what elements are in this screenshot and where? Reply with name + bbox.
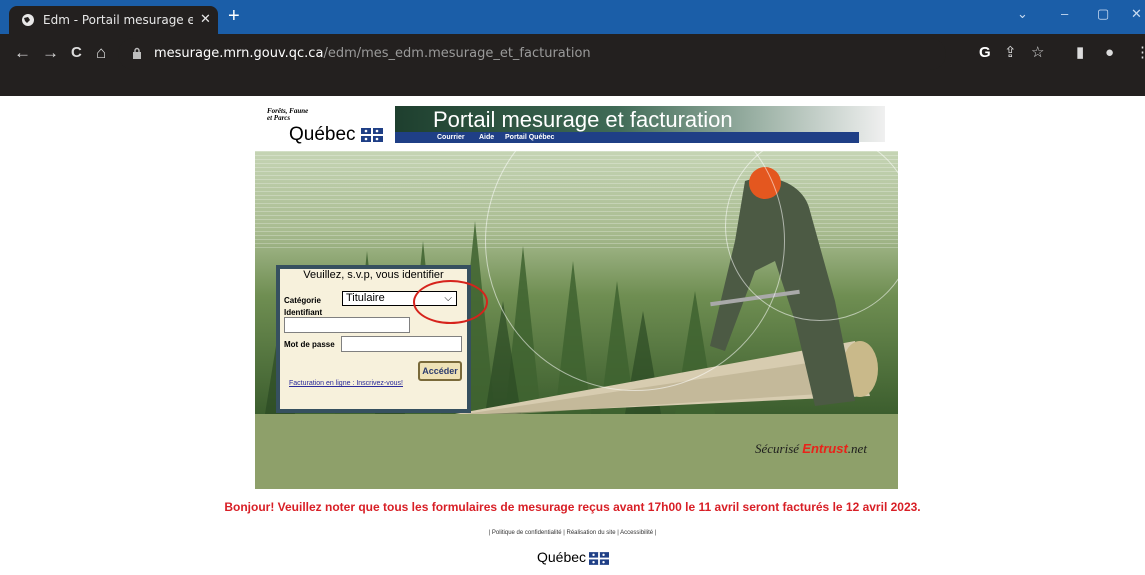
- billing-notice: Bonjour! Veuillez noter que tous les for…: [224, 500, 921, 514]
- header-nav: Courrier Aide Portail Québec: [395, 132, 859, 143]
- tab-search-icon[interactable]: ⌄: [1017, 6, 1028, 22]
- menu-icon[interactable]: ⋮: [1135, 45, 1145, 61]
- footer-link-privacy[interactable]: Politique de confidentialité: [492, 530, 562, 536]
- forward-icon[interactable]: →: [42, 43, 59, 63]
- footer-link-credits[interactable]: Réalisation du site: [567, 530, 616, 536]
- address-bar[interactable]: mesurage.mrn.gouv.qc.ca/edm/mes_edm.mesu…: [118, 38, 946, 70]
- secure-prefix: Sécurisé: [755, 441, 800, 456]
- globe-icon: [22, 14, 34, 26]
- tab-title: Edm - Portail mesurage et facturation: [43, 13, 193, 27]
- identifier-input[interactable]: [284, 317, 410, 333]
- minimize-icon[interactable]: –: [1061, 6, 1068, 21]
- login-title: Veuillez, s.v.p, vous identifier: [303, 269, 444, 281]
- web-page: Forêts, Faune et Parcs Québec Portail me…: [0, 96, 1145, 575]
- nav-link-portail-quebec[interactable]: Portail Québec: [505, 132, 554, 143]
- password-input[interactable]: [341, 336, 462, 352]
- bookmarks-bar: [0, 74, 1145, 96]
- url-path: /edm/mes_edm.mesurage_et_facturation: [323, 46, 591, 61]
- entrust-secure-badge[interactable]: Sécurisé Entrust.net: [755, 441, 867, 457]
- category-label: Catégorie: [284, 296, 321, 305]
- quebec-logo: Forêts, Faune et Parcs Québec: [255, 106, 395, 152]
- portal-title: Portail mesurage et facturation: [433, 107, 733, 132]
- ministry-line-2: et Parcs: [267, 114, 291, 122]
- annotation-circle: [413, 280, 488, 324]
- entrust-brand: Entrust: [802, 441, 848, 456]
- bookmark-star-icon[interactable]: ☆: [1031, 45, 1044, 61]
- tab-close-icon[interactable]: ✕: [200, 11, 211, 27]
- maximize-icon[interactable]: ▢: [1097, 6, 1109, 22]
- ministry-name: Forêts, Faune et Parcs: [267, 108, 308, 122]
- profile-icon[interactable]: ●: [1105, 45, 1114, 61]
- nav-link-courrier[interactable]: Courrier: [437, 132, 465, 143]
- home-icon[interactable]: ⌂: [96, 43, 106, 63]
- window-close-icon[interactable]: ✕: [1131, 6, 1142, 22]
- footer-quebec-wordmark: Québec: [537, 549, 587, 565]
- side-panel-icon[interactable]: ▮: [1076, 45, 1084, 61]
- url-host: mesurage.mrn.gouv.qc.ca: [154, 46, 324, 61]
- share-icon[interactable]: ⇪: [1004, 45, 1017, 61]
- footer-quebec-logo: Québec: [537, 549, 609, 565]
- browser-tab-bar: Edm - Portail mesurage et facturation ✕ …: [0, 0, 1145, 34]
- fleurdelise-icon: [361, 128, 383, 142]
- secure-suffix: .net: [847, 441, 867, 456]
- quebec-wordmark: Québec: [289, 124, 356, 145]
- url-text: mesurage.mrn.gouv.qc.ca/edm/mes_edm.mesu…: [154, 46, 591, 61]
- footer-fleurdelise-icon: [589, 552, 609, 565]
- back-icon[interactable]: ←: [14, 43, 31, 63]
- category-selected-value: Titulaire: [346, 292, 385, 304]
- signup-link[interactable]: Facturation en ligne : Inscrivez-vous!: [284, 380, 408, 388]
- footer-links: | Politique de confidentialité | Réalisa…: [488, 530, 657, 536]
- browser-tab[interactable]: Edm - Portail mesurage et facturation ✕: [9, 6, 218, 34]
- identifier-label: Identifiant: [284, 308, 323, 317]
- reload-icon[interactable]: C: [71, 43, 82, 63]
- footer-link-accessibility[interactable]: Accessibilité: [620, 530, 653, 536]
- password-label: Mot de passe: [284, 340, 335, 349]
- nav-link-aide[interactable]: Aide: [479, 132, 494, 143]
- new-tab-button[interactable]: +: [228, 6, 240, 26]
- lock-icon: [133, 47, 141, 59]
- browser-toolbar: ← → C ⌂ mesurage.mrn.gouv.qc.ca/edm/mes_…: [0, 34, 1145, 74]
- access-button[interactable]: Accéder: [418, 361, 462, 381]
- google-icon[interactable]: G: [979, 45, 991, 61]
